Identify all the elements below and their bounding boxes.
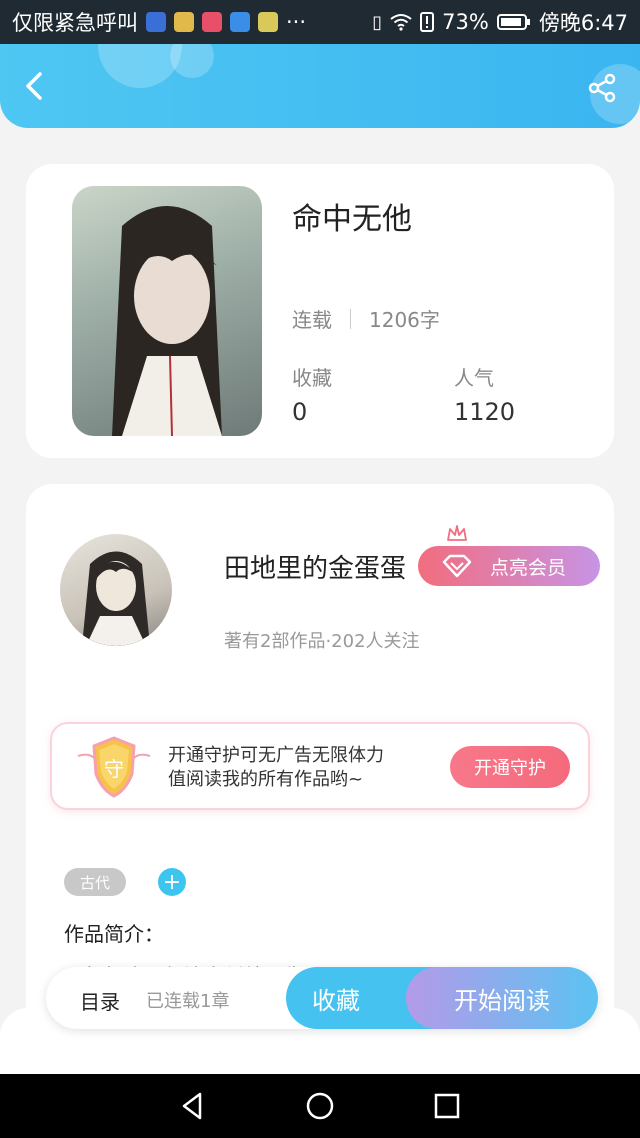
divider: [350, 308, 351, 329]
book-status: 连载: [292, 308, 332, 332]
shield-icon: 守: [77, 736, 151, 798]
emoji-app-icon: [258, 12, 278, 32]
author-name[interactable]: 田地里的金蛋蛋: [224, 548, 406, 585]
collect-label: 收藏: [312, 986, 360, 1015]
system-nav-bar: [0, 1074, 640, 1138]
book-title: 命中无他: [292, 202, 412, 237]
battery-percent: 73%: [442, 10, 489, 34]
stat-collect-label: 收藏: [292, 366, 332, 390]
nav-back-icon[interactable]: [178, 1091, 208, 1121]
add-tag-button[interactable]: +: [158, 868, 186, 896]
browser-app-icon: [230, 12, 250, 32]
header: [0, 44, 640, 128]
guard-text-line1: 开通守护可无广告无限体力: [168, 745, 384, 766]
nav-home-icon[interactable]: [305, 1091, 335, 1121]
author-meta: 著有2部作品·202人关注: [224, 631, 420, 652]
book-cover-image[interactable]: [72, 186, 262, 436]
intro-label: 作品简介：: [64, 922, 164, 946]
author-card: 田地里的金蛋蛋 著有2部作品·202人关注 点亮会员 守 开通守护可无广告无限体…: [26, 484, 614, 1044]
author-avatar[interactable]: [60, 534, 172, 646]
plus-icon: +: [162, 869, 182, 895]
open-guard-button[interactable]: 开通守护: [450, 746, 570, 788]
notes-app-icon: [174, 12, 194, 32]
alert-icon: [420, 12, 435, 32]
status-bar: 仅限紧急呼叫 ··· ▯ 73% 傍晚6:47: [0, 0, 640, 44]
toc-button[interactable]: 目录: [80, 986, 120, 1015]
chevron-left-icon: [26, 72, 42, 100]
carrier-text: 仅限紧急呼叫: [12, 11, 138, 35]
tag-chip[interactable]: 古代: [64, 868, 126, 896]
stat-collect-value: 0: [292, 398, 308, 426]
clock: 傍晚6:47: [538, 11, 628, 35]
book-status-row: 连载 1206字: [292, 304, 440, 333]
read-label: 开始阅读: [454, 986, 550, 1015]
guard-description: 开通守护可无广告无限体力 值阅读我的所有作品哟~: [168, 744, 384, 792]
store-app-icon: [202, 12, 222, 32]
header-bubble-decoration: [170, 44, 214, 78]
wifi-icon: [390, 14, 412, 31]
stat-popularity-label: 人气: [454, 366, 494, 390]
vibrate-icon: ▯: [372, 11, 383, 33]
avatar-illustration: [82, 551, 150, 646]
back-button[interactable]: [18, 68, 54, 104]
action-bar: 目录 已连载1章 收藏 开始阅读: [46, 967, 598, 1029]
share-button[interactable]: [586, 72, 622, 108]
more-notifications: ···: [286, 10, 307, 34]
shield-char: 守: [104, 757, 124, 781]
crown-icon: [447, 525, 467, 541]
start-reading-button[interactable]: 开始阅读: [406, 967, 598, 1029]
chapter-status: 已连载1章: [146, 991, 230, 1012]
stat-popularity-value: 1120: [454, 398, 516, 426]
book-info-card: 命中无他 连载 1206字 收藏 0 人气 1120: [26, 164, 614, 458]
baidu-app-icon: [146, 12, 166, 32]
cover-illustration: [112, 206, 222, 436]
battery-icon: [496, 14, 530, 30]
header-bubble-decoration: [98, 44, 182, 88]
nav-recents-icon[interactable]: [432, 1091, 462, 1121]
word-count: 1206字: [369, 308, 440, 332]
vip-button[interactable]: 点亮会员: [418, 546, 600, 586]
diamond-icon: [442, 554, 472, 578]
guard-text-line2: 值阅读我的所有作品哟~: [168, 769, 364, 790]
vip-label: 点亮会员: [490, 556, 567, 579]
share-icon: [588, 73, 616, 103]
guard-promo-banner: 守 开通守护可无广告无限体力 值阅读我的所有作品哟~ 开通守护: [50, 722, 590, 810]
